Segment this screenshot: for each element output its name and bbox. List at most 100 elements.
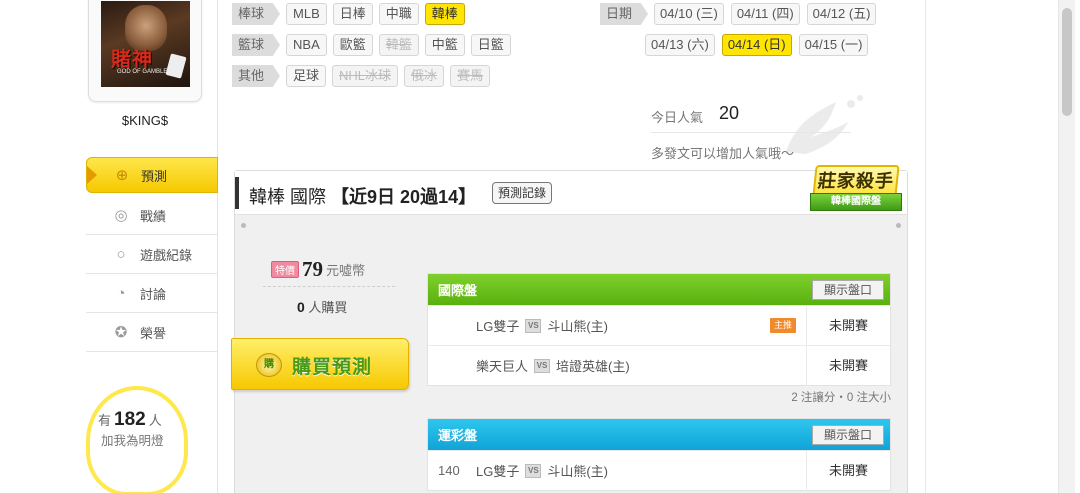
date-option[interactable]: 04/12 (五) [806, 3, 877, 25]
table-row: 140 LG雙子 VS 斗山熊(主) 未開賽 [428, 450, 890, 491]
page: 賭神 GOD OF GAMBLERS $KING$ ⊕ 預測 ◎ 戰績 ○ 遊戲… [0, 0, 1080, 493]
filter-option-korea-baseball[interactable]: 韓棒 [424, 3, 465, 25]
sidebar-item-discussion[interactable]: ◔ 討論 [86, 274, 218, 313]
banker-killer-badge: 莊家殺手 韓棒國際盤 [806, 163, 906, 225]
panel-title-league: 韓棒 國際 [249, 187, 327, 207]
lottery-table: 運彩盤 顯示盤口 140 LG雙子 VS 斗山熊(主) 未開賽 [427, 418, 891, 491]
filter-option-china-basketball[interactable]: 中籃 [424, 34, 465, 56]
filter-option-mlb[interactable]: MLB [286, 3, 327, 25]
filter-basketball: 籃球 NBA 歐籃 韓籃 中籃 日籃 [232, 34, 517, 56]
game-status: 未開賽 [806, 305, 890, 346]
game-status: 未開賽 [806, 450, 890, 491]
sidebar-item-label: 預測 [141, 168, 168, 184]
pin-dot [241, 223, 246, 228]
divider [263, 286, 395, 287]
filter-other: 其他 足球 NHL冰球 俄冰 賽馬 [232, 65, 496, 87]
playing-card [165, 53, 187, 79]
category-basketball: 籃球 [232, 34, 281, 56]
filter-option-nba[interactable]: NBA [286, 34, 327, 56]
date-option[interactable]: 04/13 (六) [645, 34, 715, 56]
fans-suffix: 人 [148, 413, 162, 428]
buy-prediction-button[interactable]: 購 購買預測 [231, 338, 409, 390]
avatar-title: 賭神 [111, 47, 153, 71]
target-icon: ⊕ [115, 167, 129, 184]
filter-option-euro-basketball[interactable]: 歐籃 [332, 34, 373, 56]
left-sidebar: 賭神 GOD OF GAMBLERS $KING$ ⊕ 預測 ◎ 戰績 ○ 遊戲… [0, 0, 218, 493]
price-unit: 元噓幣 [326, 263, 366, 278]
medal-icon: ✪ [114, 324, 128, 341]
username: $KING$ [121, 113, 169, 128]
main-pick-badge: 主推 [770, 318, 796, 333]
filter-option-soccer[interactable]: 足球 [286, 65, 327, 87]
show-odds-button[interactable]: 顯示盤口 [812, 279, 884, 300]
avatar[interactable]: 賭神 GOD OF GAMBLERS [101, 1, 190, 87]
sidebar-item-label: 戰績 [140, 208, 167, 224]
header-bar [235, 177, 239, 209]
vs-icon: VS [525, 463, 542, 478]
category-baseball: 棒球 [232, 3, 281, 25]
chart-icon: ◎ [114, 207, 128, 224]
date-label: 日期 [600, 3, 649, 25]
filter-baseball: 棒球 MLB 日棒 中職 韓棒 [232, 3, 471, 25]
sidebar-item-label: 討論 [140, 286, 167, 302]
table-row: LG雙子 VS 斗山熊(主) 主推 未開賽 [428, 305, 890, 346]
home-team: 斗山熊(主) [547, 464, 609, 479]
away-team: LG雙子 [476, 319, 520, 334]
vs-icon: VS [525, 318, 542, 333]
show-odds-button[interactable]: 顯示盤口 [812, 424, 884, 445]
international-table: 國際盤 顯示盤口 LG雙子 VS 斗山熊(主) 主推 未開賽 樂天巨人 VS 培… [427, 273, 891, 386]
sidebar-item-predict[interactable]: ⊕ 預測 [86, 157, 218, 193]
fans-prefix: 有 [98, 413, 112, 428]
record-icon: ○ [116, 245, 126, 263]
away-team: 樂天巨人 [476, 359, 529, 374]
filter-option-nhl: NHL冰球 [332, 65, 399, 87]
date-option[interactable]: 04/15 (一) [798, 34, 869, 56]
scrollbar-thumb[interactable] [1062, 8, 1072, 116]
price-box: 特價 79 元噓幣 [271, 257, 391, 282]
buyers-label: 人購買 [308, 300, 348, 315]
panel-title: 韓棒 國際 【近9日 20過14】 [249, 183, 476, 209]
fans-count: 182 [114, 409, 146, 430]
badge-sub: 韓棒國際盤 [810, 193, 902, 211]
sidebar-item-label: 榮譽 [140, 325, 167, 341]
table-row: 樂天巨人 VS 培證英雄(主) 未開賽 [428, 345, 890, 386]
sidebar-item-results[interactable]: ◎ 戰績 [86, 196, 218, 235]
scrollbar[interactable] [1058, 0, 1075, 493]
filter-option-japan-basketball[interactable]: 日籃 [470, 34, 511, 56]
special-price-tag: 特價 [271, 261, 299, 278]
filter-option-japan-baseball[interactable]: 日棒 [332, 3, 373, 25]
filter-option-horse-racing: 賽馬 [450, 65, 491, 87]
sidebar-nav: ⊕ 預測 ◎ 戰績 ○ 遊戲紀錄 ◔ 討論 ✪ 榮譽 [86, 157, 218, 352]
home-team: 斗山熊(主) [547, 319, 609, 334]
discussion-icon: ◔ [116, 284, 126, 302]
date-option-selected[interactable]: 04/14 (日) [721, 34, 792, 56]
prediction-record-button[interactable]: 預測記錄 [492, 182, 553, 204]
coin-icon: 購 [256, 353, 282, 377]
price-value: 79 [302, 257, 323, 281]
vs-icon: VS [534, 358, 551, 373]
popularity-value: 20 [719, 103, 740, 123]
matchup: LG雙子 VS 斗山熊(主) [476, 316, 806, 335]
filter-option-korea-basketball: 韓籃 [378, 34, 419, 56]
add-as-light-link[interactable]: 加我為明燈 [101, 430, 164, 449]
date-option[interactable]: 04/11 (四) [730, 3, 800, 25]
divider [651, 132, 851, 133]
category-other: 其他 [232, 65, 281, 87]
date-row-1: 日期 04/10 (三) 04/11 (四) 04/12 (五) [600, 3, 883, 25]
game-number: 140 [438, 463, 460, 478]
matchup: 樂天巨人 VS 培證英雄(主) [476, 356, 806, 375]
avatar-frame: 賭神 GOD OF GAMBLERS [88, 0, 202, 102]
away-team: LG雙子 [476, 464, 520, 479]
pin-dot [896, 223, 901, 228]
sidebar-item-honors[interactable]: ✪ 榮譽 [86, 313, 218, 352]
date-row-2: 04/13 (六) 04/14 (日) 04/15 (一) [600, 34, 875, 56]
date-option[interactable]: 04/10 (三) [654, 3, 724, 25]
popularity-hint: 多發文可以增加人氣哦～ [651, 146, 795, 161]
sidebar-item-game-records[interactable]: ○ 遊戲紀錄 [86, 235, 218, 274]
game-status: 未開賽 [806, 345, 890, 386]
buyers-number: 0 [297, 299, 305, 315]
matchup: LG雙子 VS 斗山熊(主) [476, 461, 806, 480]
filter-option-cpbl[interactable]: 中職 [378, 3, 419, 25]
buyers-count: 0 人購買 [297, 297, 347, 316]
home-team: 培證英雄(主) [556, 359, 630, 374]
